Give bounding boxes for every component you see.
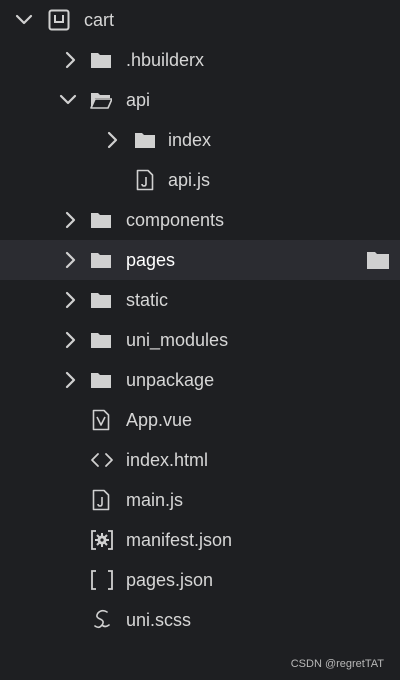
tree-row-label: manifest.json: [126, 529, 233, 550]
json-file-icon: [90, 560, 114, 600]
folder-icon: [90, 360, 112, 400]
folder-icon: [134, 120, 156, 160]
vue-file-icon: [92, 400, 110, 440]
tree-row-uni-modules[interactable]: uni_modules: [0, 320, 400, 360]
tree-row-index-html[interactable]: index.html: [0, 440, 400, 480]
js-file-icon: [92, 480, 110, 520]
js-file-icon: [136, 160, 154, 200]
tree-row-label: unpackage: [126, 369, 215, 390]
tree-row-label: App.vue: [126, 409, 193, 430]
tree-row-label: index: [168, 129, 212, 150]
tree-row-label: components: [126, 209, 225, 230]
tree-row-label: api.js: [168, 169, 211, 190]
tree-row-label: uni_modules: [126, 329, 229, 350]
tree-row-label: cart: [84, 9, 115, 30]
tree-row-components[interactable]: components: [0, 200, 400, 240]
tree-row-label: api: [126, 89, 151, 110]
tree-row-label: uni.scss: [126, 609, 192, 630]
tree-row-index-folder[interactable]: index: [0, 120, 400, 160]
tree-row-label: .hbuilderx: [126, 49, 205, 70]
chevron-right-icon[interactable]: [60, 40, 80, 80]
chevron-down-icon[interactable]: [14, 0, 34, 40]
folder-icon: [90, 40, 112, 80]
folder-icon: [90, 200, 112, 240]
tree-row-unpackage[interactable]: unpackage: [0, 360, 400, 400]
folder-icon: [90, 280, 112, 320]
html-file-icon: [90, 440, 114, 480]
folder-icon: [90, 320, 112, 360]
tree-row-api[interactable]: api: [0, 80, 400, 120]
chevron-right-icon[interactable]: [102, 120, 122, 160]
folder-icon: [90, 240, 112, 280]
tree-row-manifest-json[interactable]: manifest.json: [0, 520, 400, 560]
tree-row-main-js[interactable]: main.js: [0, 480, 400, 520]
tree-row-label: static: [126, 289, 169, 310]
tree-row-label: index.html: [126, 449, 209, 470]
chevron-right-icon[interactable]: [60, 240, 80, 280]
tree-row-cart[interactable]: cart: [0, 0, 400, 40]
tree-row-uni-scss[interactable]: uni.scss: [0, 600, 400, 640]
folder-open-icon: [90, 80, 112, 120]
project-icon: [48, 0, 70, 40]
chevron-down-icon[interactable]: [58, 80, 78, 120]
tree-row-pages[interactable]: pages: [0, 240, 400, 280]
tree-row-label: pages.json: [126, 569, 214, 590]
tree-row-hbuilderx[interactable]: .hbuilderx: [0, 40, 400, 80]
tree-row-pages-json[interactable]: pages.json: [0, 560, 400, 600]
chevron-right-icon[interactable]: [60, 280, 80, 320]
tree-row-api-js[interactable]: api.js: [0, 160, 400, 200]
tree-row-app-vue[interactable]: App.vue: [0, 400, 400, 440]
tree-row-static[interactable]: static: [0, 280, 400, 320]
file-explorer-tree: cart .hbuilderx api index api.js compone…: [0, 0, 400, 640]
manifest-gear-icon: [90, 520, 114, 560]
chevron-right-icon[interactable]: [60, 360, 80, 400]
open-folder-action-icon[interactable]: [366, 240, 390, 280]
chevron-right-icon[interactable]: [60, 320, 80, 360]
chevron-right-icon[interactable]: [60, 200, 80, 240]
tree-row-label: pages: [126, 249, 176, 270]
tree-row-label: main.js: [126, 489, 184, 510]
scss-file-icon: [92, 600, 112, 640]
watermark-text: CSDN @regretTAT: [290, 658, 384, 670]
